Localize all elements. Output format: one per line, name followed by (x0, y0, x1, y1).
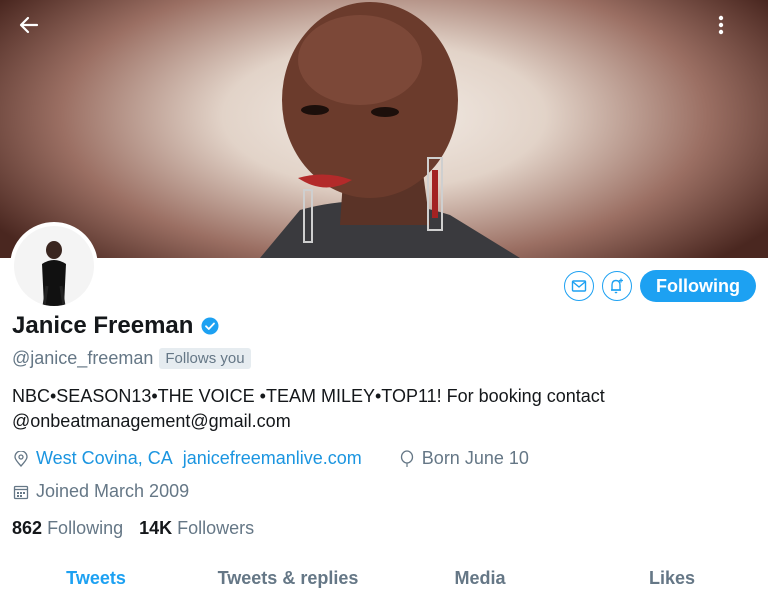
location-pin-icon (12, 450, 30, 468)
joined-date: Joined March 2009 (36, 481, 190, 501)
banner-portrait (260, 2, 520, 258)
profile-actions: Following (564, 270, 756, 302)
bio-line-1: NBC•SEASON13•THE VOICE •TEAM MILEY•TOP11… (12, 386, 605, 406)
birthday-text: Born June 10 (421, 448, 529, 468)
followers-count: 14K (139, 518, 173, 538)
balloon-icon (398, 449, 416, 468)
profile-tabs: Tweets Tweets & replies Media Likes (0, 558, 768, 598)
following-button[interactable]: Following (640, 270, 756, 302)
followers-count-link[interactable]: 14K Followers (139, 518, 254, 539)
profile-joined-row: Joined March 2009 (12, 481, 189, 502)
following-count: 862 (12, 518, 43, 538)
follow-counts: 862 Following 14K Followers (12, 518, 254, 539)
envelope-icon (571, 280, 587, 292)
followers-label: Followers (177, 518, 255, 538)
tab-tweets[interactable]: Tweets (0, 558, 192, 598)
header-banner (0, 0, 768, 258)
tab-likes[interactable]: Likes (576, 558, 768, 598)
back-button[interactable] (18, 14, 54, 50)
avatar-photo (14, 226, 94, 306)
following-count-link[interactable]: 862 Following (12, 518, 123, 539)
bell-plus-icon (611, 278, 624, 294)
arrow-left-icon (19, 16, 39, 34)
profile-meta-row: West Covina, CA janicefreemanlive.com Bo… (12, 448, 529, 469)
bio-email-link[interactable]: @onbeatmanagement@gmail.com (12, 409, 752, 434)
following-label: Following (47, 518, 124, 538)
profile-avatar[interactable] (10, 222, 98, 310)
location-link[interactable]: West Covina, CA (36, 448, 173, 469)
calendar-icon (12, 483, 30, 501)
profile-name: Janice Freeman (12, 312, 194, 339)
follows-you-badge: Follows you (159, 348, 251, 369)
message-button[interactable] (564, 271, 595, 301)
tab-tweets-replies[interactable]: Tweets & replies (192, 558, 384, 598)
tab-media[interactable]: Media (384, 558, 576, 598)
more-options-button[interactable] (716, 14, 752, 50)
vertical-dots-icon (718, 15, 724, 35)
profile-bio: NBC•SEASON13•THE VOICE •TEAM MILEY•TOP11… (12, 384, 752, 434)
verified-badge-icon (201, 317, 219, 335)
profile-name-row: Janice Freeman (12, 312, 219, 340)
profile-handle-row: @janice_freeman Follows you (12, 348, 251, 369)
website-link[interactable]: janicefreemanlive.com (183, 448, 362, 469)
profile-handle: @janice_freeman (12, 348, 154, 368)
notifications-button[interactable] (602, 271, 633, 301)
